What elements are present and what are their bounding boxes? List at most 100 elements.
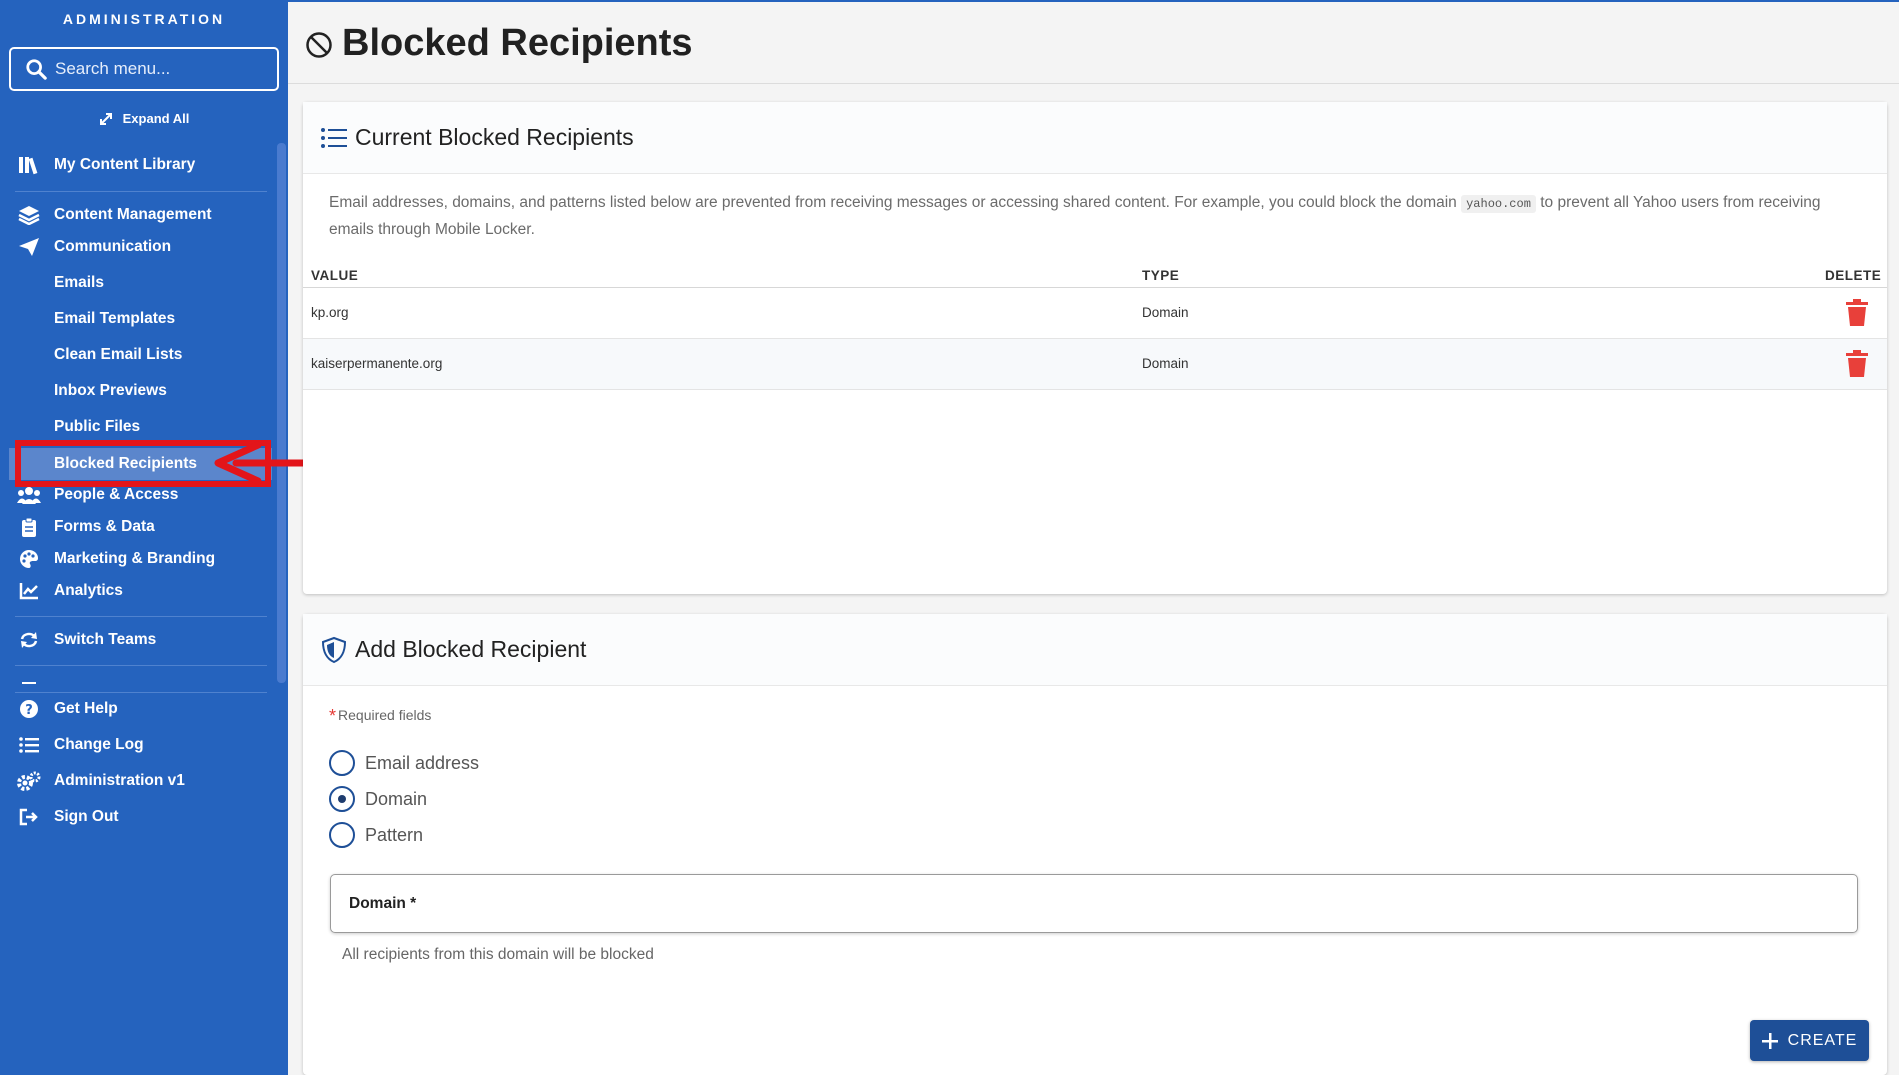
palette-icon	[17, 547, 41, 571]
sidebar-item-label: Clean Email Lists	[54, 346, 183, 363]
sidebar-item-change-log[interactable]: Change Log	[0, 729, 272, 761]
card-description: Email addresses, domains, and patterns l…	[329, 190, 1849, 242]
sidebar-item-analytics[interactable]: Analytics	[0, 575, 272, 607]
page-title: Blocked Recipients	[342, 22, 693, 64]
sidebar-item-marketing-branding[interactable]: Marketing & Branding	[0, 543, 272, 575]
description-code: yahoo.com	[1461, 195, 1536, 213]
sidebar-item-label: Marketing & Branding	[54, 550, 216, 567]
column-header-delete: DELETE	[1825, 268, 1882, 283]
expand-icon	[99, 112, 112, 125]
sidebar-item-forms-data[interactable]: Forms & Data	[0, 511, 272, 543]
divider	[15, 665, 267, 666]
card-header: Current Blocked Recipients	[303, 102, 1887, 174]
expand-all-label: Expand All	[122, 111, 190, 126]
radio-label: Pattern	[365, 824, 424, 845]
card-title: Add Blocked Recipient	[355, 636, 587, 662]
svg-text:?: ?	[25, 703, 33, 718]
search-box[interactable]	[9, 47, 279, 91]
library-icon	[17, 153, 41, 177]
cell-type: Domain	[1142, 305, 1189, 320]
sidebar-item-label: Get Help	[54, 700, 118, 717]
sidebar-item-label: People & Access	[54, 486, 179, 503]
cell-value: kp.org	[311, 305, 349, 320]
sidebar: ADMINISTRATION Expand All My Content Lib…	[0, 0, 288, 1075]
cell-value: kaiserpermanente.org	[311, 356, 443, 371]
domain-hint: All recipients from this domain will be …	[342, 946, 654, 963]
clipboard-icon	[17, 515, 41, 539]
card-title: Current Blocked Recipients	[355, 124, 634, 150]
sidebar-item-label: My Content Library	[54, 156, 196, 173]
cell-type: Domain	[1142, 356, 1189, 371]
plus-icon	[1761, 1032, 1778, 1049]
sidebar-item-switch-teams[interactable]: Switch Teams	[0, 624, 272, 656]
sign-out-icon	[17, 805, 41, 829]
shield-icon	[320, 636, 350, 664]
layers-icon	[17, 203, 41, 227]
sidebar-item-label: Email Templates	[54, 310, 176, 327]
column-header-value[interactable]: VALUE	[311, 268, 358, 283]
radio-circle-selected[interactable]	[329, 786, 355, 812]
sidebar-item-my-content-library[interactable]: My Content Library	[0, 149, 272, 181]
collapse-handle	[22, 682, 36, 684]
radio-circle[interactable]	[329, 750, 355, 776]
required-asterisk-icon: *	[329, 706, 337, 726]
create-button[interactable]: CREATE	[1750, 1020, 1869, 1061]
add-blocked-recipient-card: Add Blocked Recipient * Required fields E…	[303, 614, 1887, 1075]
sidebar-item-label: Content Management	[54, 206, 212, 223]
sidebar-item-label: Forms & Data	[54, 518, 155, 535]
sidebar-item-emails[interactable]: Emails	[0, 267, 272, 299]
sidebar-item-content-management[interactable]: Content Management	[0, 199, 272, 231]
radio-domain[interactable]: Domain	[329, 786, 427, 812]
sync-icon	[17, 628, 41, 652]
list-icon	[17, 733, 41, 757]
sidebar-item-label: Public Files	[54, 418, 141, 435]
sidebar-item-get-help[interactable]: ? Get Help	[0, 693, 272, 725]
domain-input[interactable]	[331, 875, 1857, 932]
sidebar-item-label: Emails	[54, 274, 104, 291]
search-icon	[26, 59, 47, 80]
list-icon	[320, 126, 350, 150]
sidebar-item-administration-v1[interactable]: Administration v1	[0, 765, 272, 797]
search-input[interactable]	[55, 59, 265, 79]
sidebar-item-label: Change Log	[54, 736, 144, 753]
create-button-label: CREATE	[1787, 1031, 1858, 1049]
sidebar-item-inbox-previews[interactable]: Inbox Previews	[0, 375, 272, 407]
ban-icon	[306, 32, 332, 58]
trash-icon[interactable]	[1845, 299, 1869, 327]
sidebar-item-label: Administration v1	[54, 772, 185, 789]
divider	[15, 191, 267, 192]
sidebar-item-label: Communication	[54, 238, 172, 255]
sidebar-item-clean-email-lists[interactable]: Clean Email Lists	[0, 339, 272, 371]
sidebar-item-communication[interactable]: Communication	[0, 231, 272, 263]
radio-pattern[interactable]: Pattern	[329, 822, 423, 848]
required-note: * Required fields	[329, 706, 431, 727]
table-row: kaiserpermanente.org Domain	[303, 339, 1887, 390]
line-chart-icon	[17, 579, 41, 603]
help-circle-icon: ?	[17, 697, 41, 721]
sidebar-item-label: Sign Out	[54, 808, 119, 825]
divider	[15, 616, 267, 617]
expand-all-button[interactable]: Expand All	[0, 111, 288, 126]
radio-email-address[interactable]: Email address	[329, 750, 479, 776]
trash-icon[interactable]	[1845, 350, 1869, 378]
current-blocked-recipients-card: Current Blocked Recipients Email address…	[303, 102, 1887, 594]
required-note-text: Required fields	[338, 707, 432, 723]
gears-icon	[17, 769, 41, 793]
description-text: Email addresses, domains, and patterns l…	[329, 194, 1462, 211]
sidebar-item-label: Inbox Previews	[54, 382, 167, 399]
sidebar-scrollbar[interactable]	[277, 143, 286, 683]
sidebar-item-label: Analytics	[54, 582, 123, 599]
radio-dot	[338, 795, 346, 803]
sidebar-item-email-templates[interactable]: Email Templates	[0, 303, 272, 335]
sidebar-item-public-files[interactable]: Public Files	[0, 411, 272, 443]
domain-field[interactable]: Domain *	[330, 874, 1858, 933]
table-header: VALUE TYPE DELETE	[303, 260, 1887, 288]
column-header-type[interactable]: TYPE	[1142, 268, 1179, 283]
sidebar-title: ADMINISTRATION	[62, 11, 226, 27]
radio-label: Domain	[365, 788, 428, 809]
sidebar-item-label: Switch Teams	[54, 631, 157, 648]
radio-circle[interactable]	[329, 822, 355, 848]
table-row: kp.org Domain	[303, 288, 1887, 339]
sidebar-item-sign-out[interactable]: Sign Out	[0, 801, 272, 833]
blocked-recipients-table: VALUE TYPE DELETE kp.org Domain kaiserpe…	[303, 260, 1887, 390]
